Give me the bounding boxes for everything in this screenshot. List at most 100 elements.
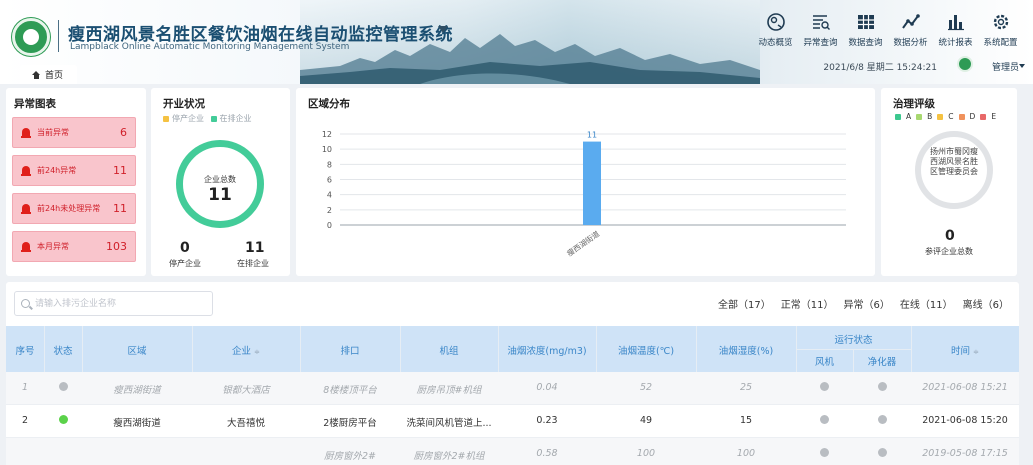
col-divider: [853, 349, 854, 372]
cell-time: 2021-06-08 15:20: [922, 415, 1008, 426]
user-avatar-icon[interactable]: [957, 56, 973, 72]
sort-icon[interactable]: ≑: [254, 348, 260, 356]
col-divider: [192, 326, 193, 372]
legend-stopped: 停产企业: [172, 114, 204, 123]
filter-all[interactable]: 全部（17）: [718, 296, 771, 311]
stopped-count: 0: [180, 240, 190, 256]
stopped-label: 停产企业: [169, 259, 201, 268]
anomaly-card: 异常图表 当前异常 6 前24h异常 11 前24h未处理异常 11 本月异常 …: [6, 88, 146, 276]
nav-label: 系统配置: [983, 38, 1018, 48]
grade-legend: A B C D E: [895, 112, 996, 121]
cell-fan: [796, 382, 853, 394]
region-card: 区域分布 0 2 4 6 8 10 12 11 瘦西湖街道: [296, 88, 875, 276]
current-datetime: 2021/6/8 星期二 15:24:21: [823, 63, 937, 73]
y-tick-label: 4: [327, 191, 332, 200]
nav-statistics-report[interactable]: 统计报表: [933, 12, 978, 48]
col-company-label: 企业: [232, 346, 252, 357]
cell-concentration: 0.58: [536, 448, 558, 459]
grade-ring-text: 扬州市蜀冈瘦西湖风景名胜区管理委员会: [930, 147, 978, 176]
col-purifier: 净化器: [867, 357, 897, 368]
col-divider: [911, 326, 912, 372]
table-row[interactable]: 1 瘦西湖街道 银都大酒店 8楼楼顶平台 厨房吊顶#机组 0.04 52 25 …: [6, 372, 1019, 405]
nav-label: 统计报表: [938, 38, 973, 48]
grade-legend-e: E: [980, 112, 996, 121]
y-tick-label: 12: [322, 130, 332, 139]
cell-temperature: 52: [639, 382, 653, 393]
nav-anomaly-query[interactable]: 异常查询: [798, 12, 843, 48]
bar-chart-icon: [947, 15, 964, 31]
tab-home-label: 首页: [45, 71, 64, 81]
cell-company: 大吾禧悦: [226, 418, 265, 429]
x-tick-label: 瘦西湖街道: [565, 228, 602, 258]
table-row[interactable]: 2 瘦西湖街道 大吾禧悦 2楼厨房平台 洗菜间风机管道上... 0.23 49 …: [6, 405, 1019, 438]
grade-label: C: [948, 112, 954, 121]
col-unit: 机组: [439, 346, 459, 357]
nav-data-analysis[interactable]: 数据分析: [888, 12, 933, 48]
tab-home[interactable]: 首页: [20, 65, 78, 84]
purifier-offline-dot: [877, 382, 887, 391]
cell-index: 2: [21, 415, 29, 426]
user-name[interactable]: 管理员: [992, 60, 1019, 73]
grade-count-label: 参评企业总数: [925, 247, 973, 256]
alarm-item-month[interactable]: 本月异常 103: [12, 231, 136, 262]
cell-status: [44, 415, 82, 427]
fan-offline-dot: [820, 448, 829, 457]
y-tick-label: 10: [322, 145, 332, 154]
app-logo: [12, 18, 50, 56]
table-row[interactable]: 厨房窗外2# 厨房窗外2#机组 0.58 100 100 2019-05-08 …: [6, 438, 1019, 465]
user-chevron-down-icon[interactable]: [1019, 64, 1025, 68]
legend-running-swatch: [210, 115, 217, 122]
nav-label: 动态概览: [758, 38, 793, 48]
col-company[interactable]: 企业 ≑: [192, 343, 300, 357]
operation-legend: 停产企业 在排企业: [163, 113, 252, 124]
cell-unit: 洗菜间风机管道上...: [406, 418, 492, 429]
alarm-label: 本月异常: [37, 242, 69, 251]
filter-online[interactable]: 在线（11）: [900, 296, 953, 311]
header-sub-divider: [796, 349, 911, 350]
col-time[interactable]: 时间 ≑: [911, 343, 1019, 357]
search-box[interactable]: [14, 291, 213, 316]
cell-concentration: 0.23: [536, 415, 558, 426]
grade-swatch: [958, 113, 965, 120]
grade-count: 0: [945, 228, 955, 244]
alarm-item-current[interactable]: 当前异常 6: [12, 117, 136, 148]
cell-time: 2021-06-08 15:21: [922, 382, 1008, 393]
cell-fan: [796, 448, 853, 460]
filter-normal[interactable]: 正常（11）: [781, 296, 834, 311]
sort-icon[interactable]: ≑: [973, 348, 979, 356]
fan-offline-dot: [820, 382, 829, 391]
purifier-offline-dot: [877, 415, 887, 424]
col-divider: [498, 326, 499, 372]
nav-label: 数据查询: [848, 38, 883, 48]
fan-offline-dot: [820, 415, 829, 424]
anomaly-title: 异常图表: [14, 98, 56, 110]
filter-abnormal[interactable]: 异常（6）: [844, 296, 890, 311]
app-header: 瘦西湖风景名胜区餐饮油烟在线自动监控管理系统 Lampblack Online …: [0, 0, 1033, 84]
cell-temperature: 100: [636, 448, 656, 459]
y-tick-label: 8: [327, 160, 332, 169]
cell-concentration: 0.04: [536, 382, 558, 393]
operation-card: 开业状况 停产企业 在排企业 企业总数 11 0 停产企业 11 在排企业: [151, 88, 290, 276]
legend-running: 在排企业: [219, 114, 252, 123]
grade-swatch: [937, 113, 944, 120]
cell-unit: 厨房吊顶#机组: [416, 385, 482, 396]
nav-data-query[interactable]: 数据查询: [843, 12, 888, 48]
cell-region: 瘦西湖街道: [113, 385, 161, 396]
search-input[interactable]: [35, 295, 205, 312]
alarm-count: 11: [113, 202, 127, 215]
alarm-label: 前24h异常: [37, 166, 77, 175]
enterprise-total: 11: [208, 185, 232, 205]
nav-overview[interactable]: 动态概览: [753, 12, 798, 48]
col-divider: [82, 326, 83, 372]
filter-offline[interactable]: 离线（6）: [963, 296, 1009, 311]
alarm-item-24h[interactable]: 前24h异常 11: [12, 155, 136, 186]
nav-system-config[interactable]: 系统配置: [978, 12, 1023, 48]
grade-title: 治理评级: [893, 98, 935, 110]
grade-swatch: [980, 113, 987, 120]
alarm-item-24h-unhandled[interactable]: 前24h未处理异常 11: [12, 193, 136, 224]
col-run-status: 运行状态: [834, 335, 873, 346]
cell-unit: 厨房窗外2#机组: [413, 451, 485, 462]
title-chevron-down-icon[interactable]: [438, 26, 448, 33]
col-outlet: 排口: [340, 346, 360, 357]
search-icon: [21, 299, 30, 308]
